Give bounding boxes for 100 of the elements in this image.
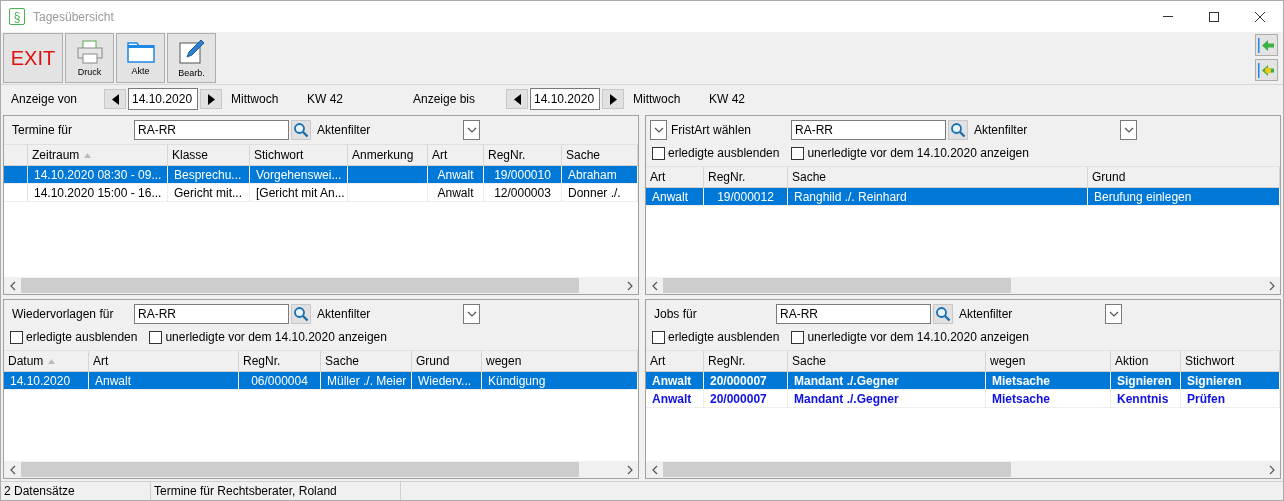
table-row[interactable]: Anwalt 20/000007 Mandant ./.Gegner Mietsache Signieren Signieren: [646, 372, 1280, 390]
search-icon: [950, 122, 966, 138]
column-header[interactable]: RegNr.: [704, 167, 788, 187]
checkbox-label[interactable]: erledigte ausblenden: [652, 330, 780, 344]
column-header[interactable]: Grund: [1088, 167, 1280, 187]
checkbox[interactable]: [791, 146, 805, 160]
filter-dropdown[interactable]: [1120, 120, 1137, 140]
table-cell: Mietsache: [986, 390, 1111, 407]
checkbox[interactable]: [652, 330, 665, 344]
search-button[interactable]: [948, 120, 968, 140]
column-header[interactable]: Art: [428, 145, 484, 165]
column-header[interactable]: RegNr.: [239, 351, 321, 371]
column-header[interactable]: wegen: [986, 351, 1111, 371]
checkbox-label[interactable]: unerledigte vor dem 14.10.2020 anzeigen: [791, 146, 1029, 160]
week-text: KW 42: [307, 92, 344, 106]
checkbox[interactable]: [652, 146, 665, 160]
scrollbar-thumb[interactable]: [21, 278, 579, 293]
chevron-left-icon: [650, 280, 659, 291]
checkbox-label[interactable]: erledigte ausblenden: [10, 330, 138, 344]
column-header[interactable]: Stichwort: [1181, 351, 1280, 371]
column-header[interactable]: Sache: [788, 351, 986, 371]
table-cell: Mietsache: [986, 372, 1111, 389]
date-field[interactable]: 14.10.2020: [530, 88, 600, 110]
next-day-button[interactable]: [200, 89, 222, 109]
next-day-button[interactable]: [602, 89, 624, 109]
toolbar-button[interactable]: Akte: [116, 33, 165, 83]
scrollbar-thumb[interactable]: [21, 462, 579, 477]
toolbar-button[interactable]: Bearb.: [167, 33, 216, 83]
checkbox[interactable]: [791, 330, 805, 344]
column-header[interactable]: Anmerkung: [348, 145, 428, 165]
triangle-left-icon: [111, 93, 119, 105]
table-cell: 14.10.2020 08:30 - 09...: [28, 166, 168, 183]
column-header[interactable]: Aktion: [1111, 351, 1181, 371]
table-cell: 14.10.2020: [4, 372, 89, 389]
search-button[interactable]: [291, 120, 311, 140]
filter-dropdown[interactable]: [463, 120, 480, 140]
minimize-icon: [1163, 16, 1173, 17]
dropdown-button[interactable]: [650, 120, 667, 140]
table-cell: Mandant ./.Gegner: [788, 390, 986, 407]
table-cell: Kenntnis: [1111, 390, 1181, 407]
column-header[interactable]: Art: [646, 351, 704, 371]
table-row[interactable]: 14.10.2020 15:00 - 16... Gericht mit... [Gericht mit An... Anwalt 12/000003 Donner ./.: [4, 184, 638, 202]
chevron-left-icon: [8, 464, 17, 475]
arrow-left-icon: [1258, 37, 1275, 53]
table-cell: 14.10.2020 15:00 - 16...: [28, 184, 168, 201]
window-title: Tagesübersicht: [33, 9, 114, 24]
search-field[interactable]: RA-RR: [134, 304, 289, 324]
column-header[interactable]: Sache: [788, 167, 1088, 187]
filter-label: Aktenfilter: [959, 307, 1014, 321]
table-cell: 20/000007: [704, 372, 788, 389]
column-header[interactable]: Sache: [562, 145, 638, 165]
filter-dropdown[interactable]: [463, 304, 480, 324]
search-field[interactable]: RA-RR: [776, 304, 931, 324]
folder-icon: [126, 40, 155, 63]
chevron-down-icon: [1108, 311, 1119, 317]
column-header[interactable]: RegNr.: [704, 351, 788, 371]
column-header[interactable]: Stichwort: [250, 145, 348, 165]
checkbox[interactable]: [149, 330, 163, 344]
column-header[interactable]: Klasse: [168, 145, 250, 165]
column-header[interactable]: RegNr.: [484, 145, 562, 165]
column-header[interactable]: Art: [89, 351, 239, 371]
chevron-right-icon: [1267, 464, 1276, 475]
previous-day-button[interactable]: [506, 89, 528, 109]
printer-icon: [76, 39, 103, 64]
previous-day-button[interactable]: [104, 89, 126, 109]
field-label: Jobs für: [654, 307, 698, 321]
date-label: Anzeige von: [11, 92, 79, 106]
back-button[interactable]: [1255, 59, 1278, 81]
search-button[interactable]: [291, 304, 311, 324]
table-row[interactable]: 14.10.2020 Anwalt 06/000004 Müller ./. Meier Wiederv... Kündigung: [4, 372, 638, 390]
scrollbar-thumb[interactable]: [663, 278, 1011, 293]
table-row[interactable]: Anwalt 20/000007 Mandant ./.Gegner Mietsache Kenntnis Prüfen: [646, 390, 1280, 408]
column-header[interactable]: Sache: [321, 351, 412, 371]
table-cell: 06/000004: [239, 372, 321, 389]
column-header[interactable]: Art: [646, 167, 704, 187]
app-icon: §: [9, 8, 25, 25]
chevron-down-icon: [466, 127, 477, 133]
scrollbar-thumb[interactable]: [663, 462, 1011, 477]
column-header[interactable]: Zeitraum: [28, 145, 168, 165]
column-header[interactable]: wegen: [482, 351, 638, 371]
date-field[interactable]: 14.10.2020: [128, 88, 198, 110]
toolbar-button[interactable]: Druck: [65, 33, 114, 83]
table-cell: Anwalt: [646, 372, 704, 389]
back-button[interactable]: [1255, 34, 1278, 56]
checkbox-label[interactable]: unerledigte vor dem 14.10.2020 anzeigen: [791, 330, 1029, 344]
search-icon: [293, 306, 309, 322]
search-field[interactable]: RA-RR: [134, 120, 289, 140]
column-header[interactable]: Datum: [4, 351, 89, 371]
column-header[interactable]: Grund: [412, 351, 482, 371]
table-row[interactable]: Anwalt 19/000012 Ranghild ./. Reinhard Berufung einlegen: [646, 188, 1280, 206]
checkbox-label[interactable]: erledigte ausblenden: [652, 146, 780, 160]
table-cell: Donner ./.: [562, 184, 638, 201]
exit-button[interactable]: EXIT: [3, 33, 63, 83]
table-row[interactable]: 14.10.2020 08:30 - 09... Besprechu... Vorgehenswei... Anwalt 19/000010 Abraham: [4, 166, 638, 184]
checkbox[interactable]: [10, 330, 23, 344]
search-button[interactable]: [933, 304, 953, 324]
filter-dropdown[interactable]: [1105, 304, 1122, 324]
search-field[interactable]: RA-RR: [791, 120, 946, 140]
table-cell: Gericht mit...: [168, 184, 250, 201]
checkbox-label[interactable]: unerledigte vor dem 14.10.2020 anzeigen: [149, 330, 387, 344]
